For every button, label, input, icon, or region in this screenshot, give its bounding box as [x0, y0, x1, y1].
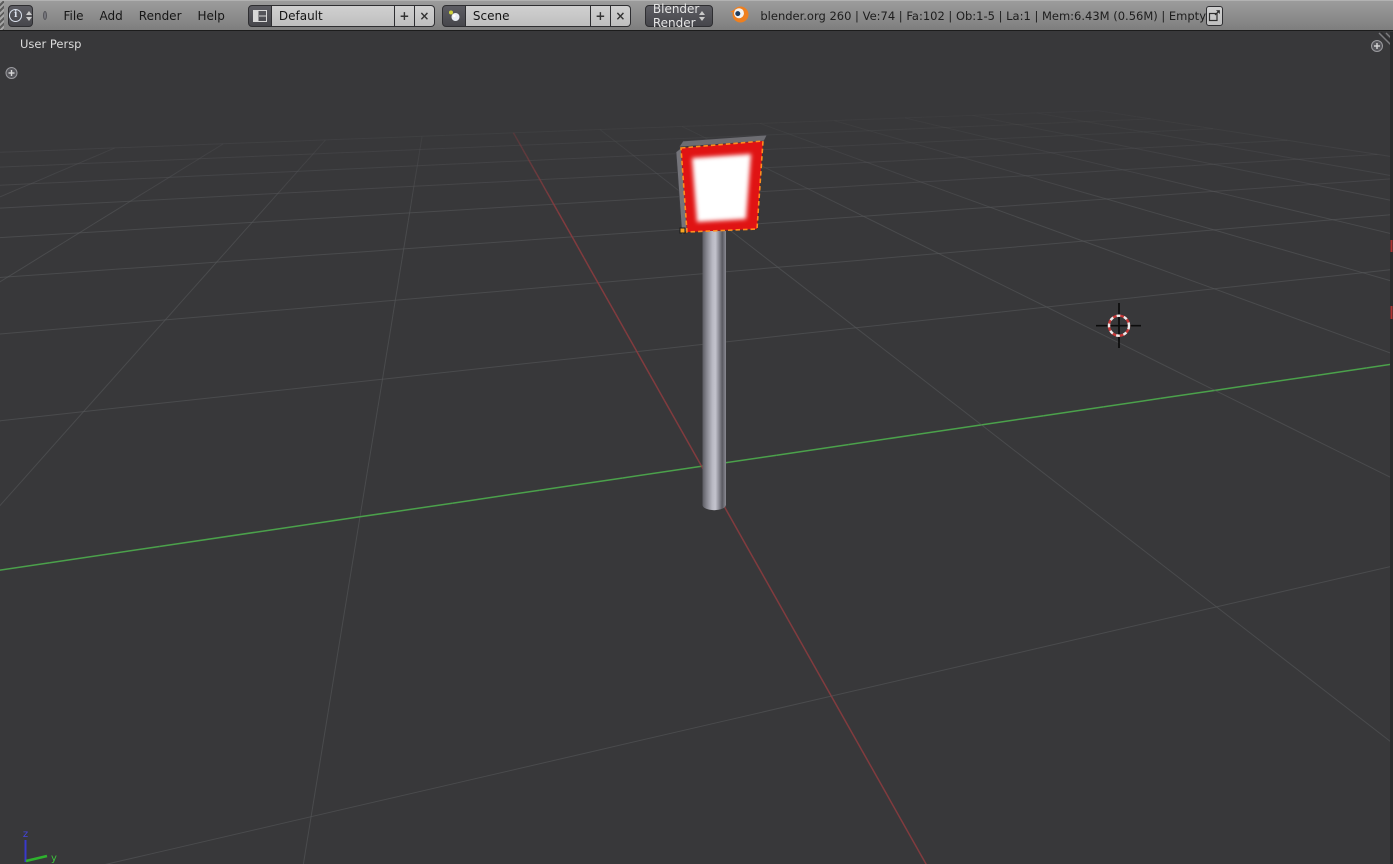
- add-scene-button[interactable]: +: [590, 4, 611, 27]
- add-layout-button[interactable]: +: [394, 4, 415, 27]
- blender-logo: [729, 5, 750, 27]
- sign-white-panel: [692, 154, 751, 222]
- render-engine-value: Blender Render: [652, 1, 700, 30]
- cursor-3d[interactable]: [1096, 303, 1141, 348]
- menu-add[interactable]: Add: [92, 5, 131, 27]
- scene-group: Scene + ×: [441, 4, 631, 27]
- menu-file[interactable]: File: [55, 5, 91, 27]
- info-header-bar: i File Add Render Help Default + × Scene…: [0, 0, 1393, 31]
- editor-selector-spinner-icon: [26, 10, 33, 21]
- menu-help[interactable]: Help: [190, 5, 233, 27]
- engine-spinner-icon: [699, 10, 706, 21]
- render-engine-select[interactable]: Blender Render: [644, 1, 714, 30]
- editor-type-selector[interactable]: i: [8, 4, 34, 27]
- properties-expand-plus-icon[interactable]: [1371, 40, 1383, 52]
- sign-board[interactable]: [675, 134, 768, 236]
- viewport-3d[interactable]: z y User Persp: [0, 32, 1393, 864]
- mini-axis-gizmo: z y: [23, 829, 57, 864]
- scene-statistics: blender.org 260 | Ve:74 | Fa:102 | Ob:1-…: [760, 8, 1206, 23]
- menus-collapse-toggle[interactable]: [43, 11, 48, 20]
- menu-render[interactable]: Render: [131, 5, 190, 27]
- screen-layout-icon[interactable]: [247, 4, 272, 27]
- screen-layout-field[interactable]: Default: [271, 4, 395, 27]
- viewport-scene[interactable]: z y User Persp: [0, 32, 1393, 864]
- menu-bar: File Add Render Help: [55, 5, 232, 27]
- window-corner-grip[interactable]: [0, 1, 5, 30]
- remove-layout-button[interactable]: ×: [414, 4, 435, 27]
- object-origin-dot: [679, 227, 686, 234]
- toolshelf-expand-plus-icon[interactable]: [5, 67, 18, 79]
- view-name-label: User Persp: [20, 37, 82, 51]
- gizmo-y-axis: [25, 854, 48, 863]
- screen-layout-group: Default + ×: [247, 4, 435, 27]
- sign-post-pole[interactable]: [702, 231, 727, 511]
- remove-scene-button[interactable]: ×: [610, 4, 631, 27]
- info-editor-icon: i: [9, 9, 23, 22]
- scene-icon[interactable]: [441, 4, 466, 27]
- duplicate-window-icon[interactable]: [1206, 5, 1223, 26]
- gizmo-z-label: z: [23, 829, 28, 840]
- scene-field[interactable]: Scene: [465, 4, 591, 27]
- blender-window: i File Add Render Help Default + × Scene…: [0, 0, 1393, 864]
- gizmo-y-label: y: [51, 853, 57, 864]
